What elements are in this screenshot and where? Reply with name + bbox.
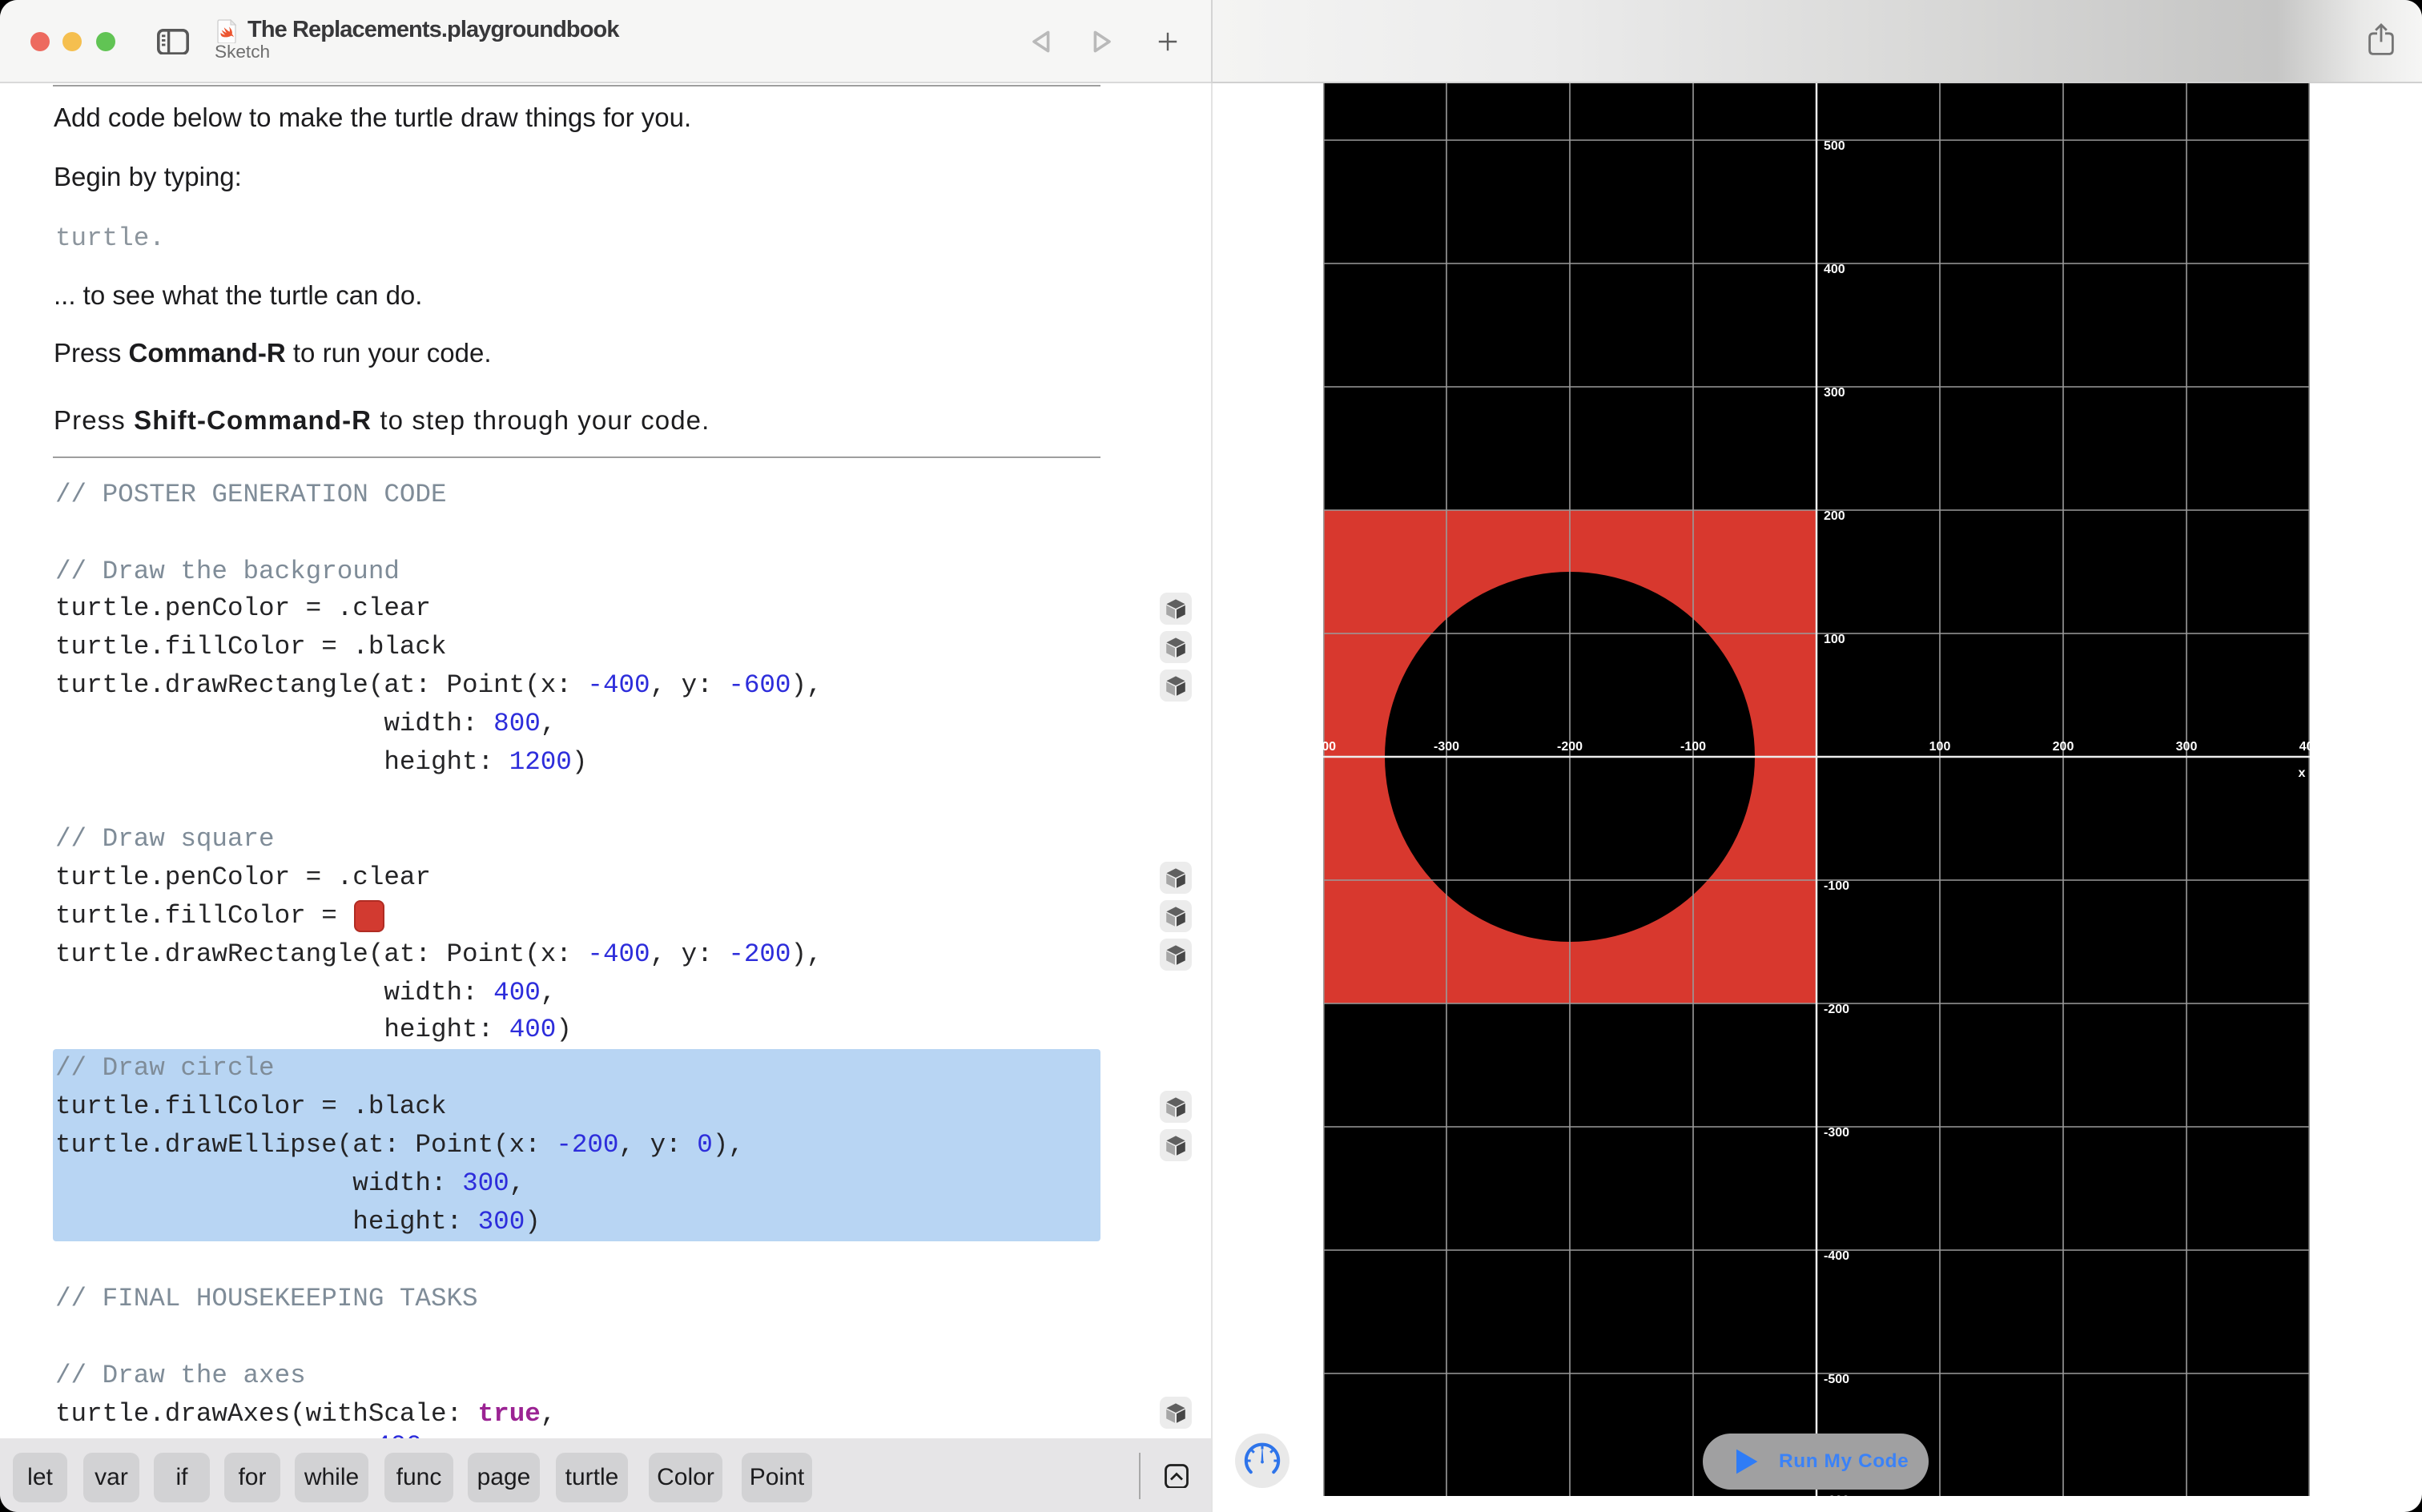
svg-text:400: 400 <box>2299 739 2309 753</box>
svg-text:-600: -600 <box>1823 1493 1849 1495</box>
svg-text:-300: -300 <box>1433 739 1458 753</box>
svg-text:-100: -100 <box>1680 739 1705 753</box>
svg-text:100: 100 <box>1929 739 1950 753</box>
svg-text:-200: -200 <box>1823 1002 1849 1015</box>
svg-text:300: 300 <box>2175 739 2197 753</box>
svg-text:-300: -300 <box>1823 1125 1849 1139</box>
svg-text:300: 300 <box>1823 385 1845 399</box>
svg-text:500: 500 <box>1823 139 1845 152</box>
svg-text:200: 200 <box>2052 739 2074 753</box>
svg-text:200: 200 <box>1823 509 1845 522</box>
svg-text:-500: -500 <box>1823 1372 1849 1385</box>
svg-text:x: x <box>2298 766 2305 779</box>
svg-text:-400: -400 <box>1322 739 1335 753</box>
svg-text:-200: -200 <box>1556 739 1582 753</box>
svg-text:100: 100 <box>1823 632 1845 645</box>
svg-text:-400: -400 <box>1823 1249 1849 1262</box>
svg-text:-100: -100 <box>1823 879 1849 892</box>
svg-text:400: 400 <box>1823 262 1845 275</box>
